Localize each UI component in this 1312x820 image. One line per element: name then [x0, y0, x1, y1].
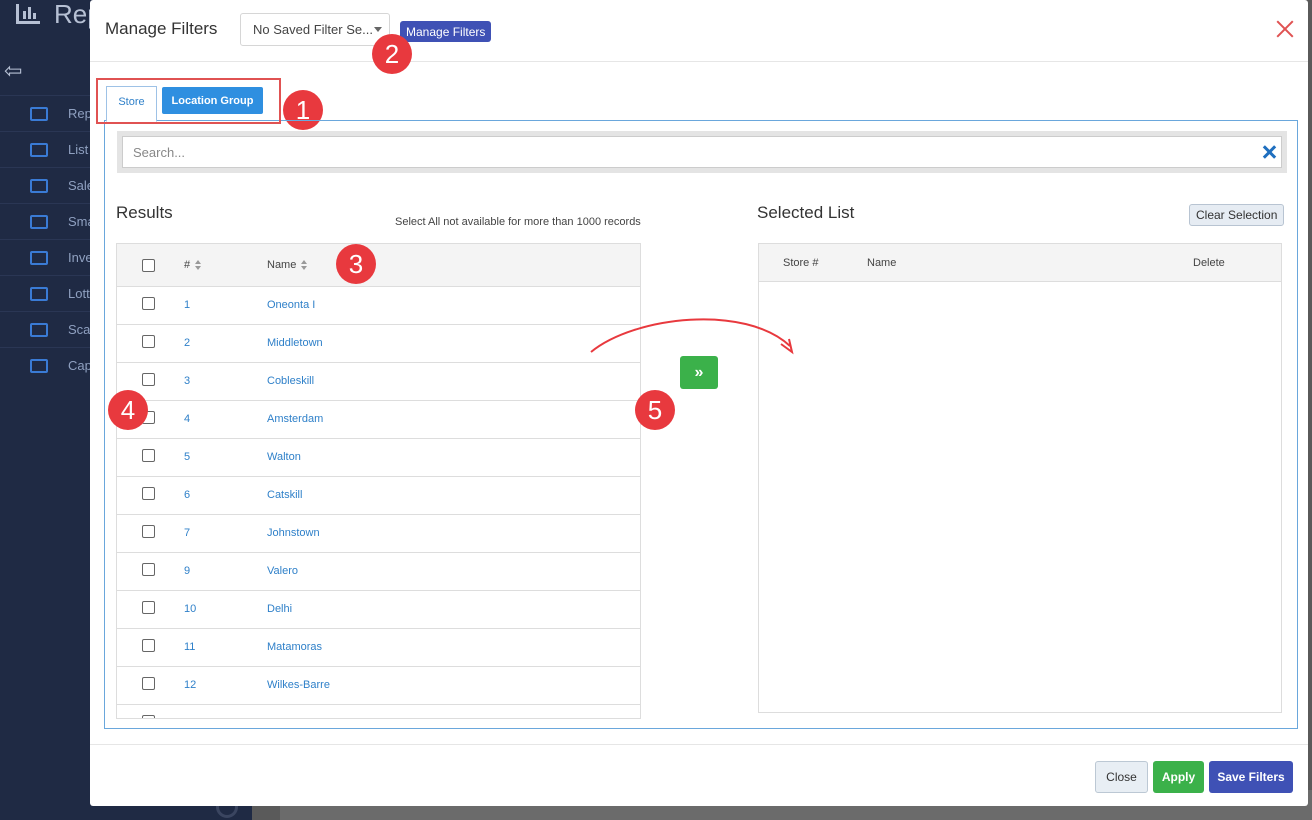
annotation-marker: 3	[336, 244, 376, 284]
table-row: 12 Wilkes-Barre	[117, 667, 640, 705]
close-button[interactable]: Close	[1095, 761, 1148, 793]
caret-down-icon	[374, 27, 382, 32]
chart-line-icon	[30, 178, 48, 193]
column-header-store-number: Store #	[783, 257, 819, 269]
app-logo: Rep	[16, 0, 102, 29]
row-name[interactable]: Middletown	[267, 337, 323, 349]
search-input[interactable]	[122, 136, 1282, 168]
row-number[interactable]: 2	[184, 337, 190, 349]
row-checkbox[interactable]	[142, 373, 155, 386]
modal-footer: Close Apply Save Filters	[90, 744, 1308, 806]
row-checkbox[interactable]	[142, 715, 155, 718]
selected-list-table: Store # Name Delete	[758, 243, 1282, 713]
modal-header: Manage Filters No Saved Filter Se... Man…	[90, 0, 1308, 62]
select-all-checkbox[interactable]	[142, 259, 155, 272]
row-name[interactable]: Catskill	[267, 489, 302, 501]
ticket-icon	[30, 286, 48, 301]
row-checkbox[interactable]	[142, 487, 155, 500]
bookmark-icon	[30, 106, 48, 121]
warehouse-icon	[30, 250, 48, 265]
cubes-icon	[30, 358, 48, 373]
row-number[interactable]: 10	[184, 603, 196, 615]
row-checkbox[interactable]	[142, 677, 155, 690]
table-row: 7 Johnstown	[117, 515, 640, 553]
row-checkbox[interactable]	[142, 335, 155, 348]
results-table: # Name 1 Oneonta I 2 Middletown 3 Cobleskil…	[116, 243, 641, 719]
row-name[interactable]: Matamoras	[267, 641, 322, 653]
save-filters-button[interactable]: Save Filters	[1209, 761, 1293, 793]
selected-list-heading: Selected List	[757, 203, 855, 222]
row-number[interactable]: 11	[184, 641, 195, 653]
row-name[interactable]: Wilkes-Barre	[267, 679, 330, 691]
clear-selection-button[interactable]: Clear Selection	[1189, 204, 1285, 226]
row-name[interactable]: Walton	[267, 451, 301, 463]
table-row: 4 Amsterdam	[117, 401, 640, 439]
row-name[interactable]: Cobleskill	[267, 375, 314, 387]
chart-line-icon	[30, 142, 48, 157]
table-row: 5 Walton	[117, 439, 640, 477]
row-checkbox[interactable]	[142, 563, 155, 576]
sort-icon	[195, 260, 202, 270]
row-checkbox[interactable]	[142, 525, 155, 538]
row-name[interactable]: Johnstown	[267, 527, 320, 539]
close-icon[interactable]	[1274, 18, 1296, 40]
chart-line-icon	[30, 214, 48, 229]
column-header-number[interactable]: #	[184, 259, 202, 271]
row-checkbox[interactable]	[142, 449, 155, 462]
selected-table-header: Store # Name Delete	[759, 244, 1281, 282]
list-icon	[30, 322, 48, 337]
row-number[interactable]: 5	[184, 451, 190, 463]
table-row	[117, 705, 640, 718]
saved-filter-value: No Saved Filter Se...	[253, 22, 373, 37]
row-number[interactable]: 12	[184, 679, 196, 691]
back-arrow-icon[interactable]: ⇦	[4, 58, 22, 84]
row-name[interactable]: Valero	[267, 565, 298, 577]
apply-button[interactable]: Apply	[1153, 761, 1204, 793]
row-name[interactable]: Amsterdam	[267, 413, 323, 425]
row-checkbox[interactable]	[142, 601, 155, 614]
manage-filters-modal: Manage Filters No Saved Filter Se... Man…	[90, 0, 1308, 806]
annotation-marker: 4	[108, 390, 148, 430]
row-number[interactable]: 4	[184, 413, 190, 425]
row-number[interactable]: 7	[184, 527, 190, 539]
results-table-header: # Name	[117, 244, 640, 287]
table-row: 6 Catskill	[117, 477, 640, 515]
clear-search-icon[interactable]	[1263, 145, 1277, 159]
select-all-note: Select All not available for more than 1…	[395, 216, 641, 228]
manage-filters-button[interactable]: Manage Filters	[400, 21, 492, 42]
search-bar	[117, 131, 1287, 173]
table-row: 2 Middletown	[117, 325, 640, 363]
row-name[interactable]: Delhi	[267, 603, 292, 615]
row-number[interactable]: 6	[184, 489, 190, 501]
row-number[interactable]: 9	[184, 565, 190, 577]
row-name[interactable]: Oneonta I	[267, 299, 315, 311]
column-header-name: Name	[867, 257, 897, 269]
table-row: 11 Matamoras	[117, 629, 640, 667]
tab-store[interactable]: Store	[106, 86, 157, 122]
row-checkbox[interactable]	[142, 297, 155, 310]
table-row: 10 Delhi	[117, 591, 640, 629]
column-header-delete: Delete	[1193, 257, 1225, 269]
tab-location-group[interactable]: Location Group	[162, 87, 263, 114]
annotation-marker: 2	[372, 34, 412, 74]
table-row: 9 Valero	[117, 553, 640, 591]
table-row: 3 Cobleskill	[117, 363, 640, 401]
row-number[interactable]: 3	[184, 375, 190, 387]
annotation-marker: 5	[635, 390, 675, 430]
filter-panel: Results Select All not available for mor…	[104, 120, 1298, 729]
chart-bars-icon	[16, 4, 40, 24]
row-checkbox[interactable]	[142, 639, 155, 652]
table-row: 1 Oneonta I	[117, 287, 640, 325]
annotation-arrow	[590, 318, 794, 355]
column-header-name[interactable]: Name	[267, 259, 308, 271]
modal-title: Manage Filters	[105, 19, 218, 38]
saved-filter-select[interactable]: No Saved Filter Se...	[240, 13, 390, 46]
results-heading: Results	[116, 203, 173, 222]
sort-icon	[301, 260, 308, 270]
row-number[interactable]: 1	[184, 299, 190, 311]
